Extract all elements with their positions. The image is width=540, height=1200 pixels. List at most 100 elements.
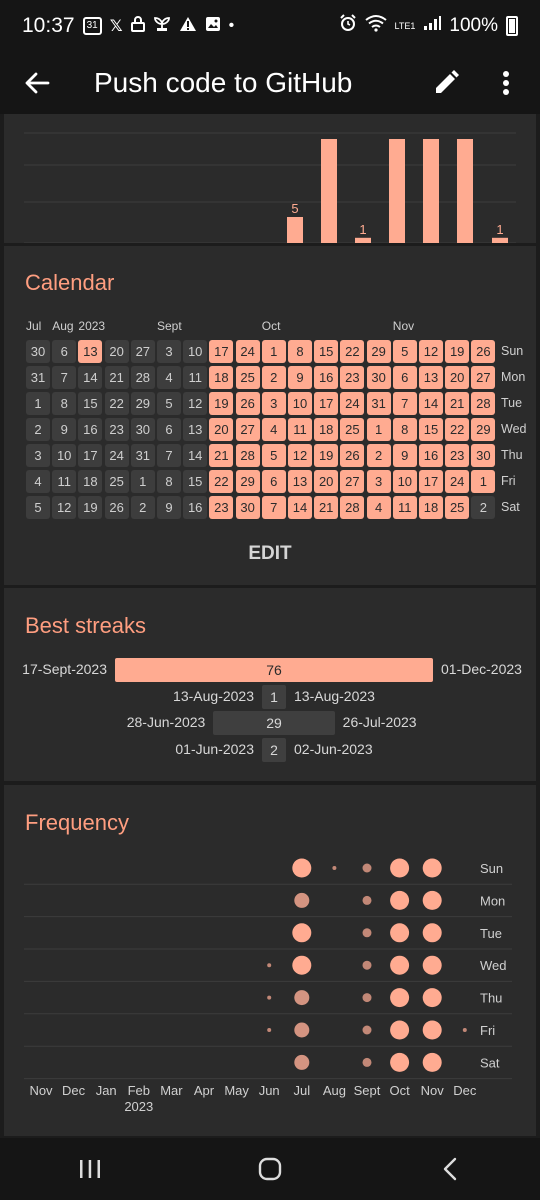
calendar-day-cell[interactable]: 7 [392,392,417,415]
calendar-day-cell[interactable]: 20 [209,418,234,441]
calendar-day-cell[interactable]: 17 [209,340,234,363]
calendar-day-cell[interactable]: 12 [52,496,77,519]
calendar-day-cell[interactable]: 6 [52,340,77,363]
calendar-day-cell[interactable]: 23 [209,496,234,519]
calendar-day-cell[interactable]: 22 [340,340,365,363]
calendar-day-cell[interactable]: 18 [78,470,103,493]
calendar-day-cell[interactable]: 31 [130,444,155,467]
calendar-day-cell[interactable]: 25 [445,496,470,519]
calendar-day-cell[interactable]: 16 [419,444,443,467]
calendar-day-cell[interactable]: 27 [471,366,496,389]
calendar-day-cell[interactable]: 2 [130,496,155,519]
calendar-day-cell[interactable]: 15 [78,392,103,415]
calendar-day-cell[interactable]: 2 [26,418,50,441]
calendar-day-cell[interactable]: 2 [261,366,286,389]
calendar-day-cell[interactable]: 3 [26,444,50,467]
home-button[interactable] [230,1144,310,1194]
calendar-day-cell[interactable]: 4 [366,496,391,519]
calendar-day-cell[interactable]: 10 [288,392,312,415]
calendar-day-cell[interactable]: 29 [235,470,260,493]
calendar-day-cell[interactable]: 24 [104,444,129,467]
calendar-day-cell[interactable]: 14 [288,496,312,519]
calendar-day-cell[interactable]: 17 [78,444,103,467]
calendar-day-cell[interactable]: 6 [261,470,286,493]
calendar-day-cell[interactable]: 6 [157,418,181,441]
calendar-day-cell[interactable]: 17 [314,392,339,415]
calendar-day-cell[interactable]: 1 [261,340,286,363]
calendar-day-cell[interactable]: 21 [209,444,234,467]
calendar-day-cell[interactable]: 5 [261,444,286,467]
calendar-day-cell[interactable]: 8 [288,340,312,363]
calendar-day-cell[interactable]: 28 [235,444,260,467]
calendar-day-cell[interactable]: 23 [445,444,470,467]
calendar-day-cell[interactable]: 6 [392,366,417,389]
calendar-day-cell[interactable]: 23 [104,418,129,441]
calendar-day-cell[interactable]: 7 [52,366,77,389]
calendar-day-cell[interactable]: 27 [130,340,155,363]
calendar-day-cell[interactable]: 9 [52,418,77,441]
calendar-day-cell[interactable]: 14 [78,366,103,389]
calendar-day-cell[interactable]: 17 [419,470,443,493]
calendar-day-cell[interactable]: 14 [419,392,443,415]
calendar-day-cell[interactable]: 1 [26,392,50,415]
calendar-day-cell[interactable]: 15 [314,340,339,363]
calendar-day-cell[interactable]: 19 [314,444,339,467]
calendar-day-cell[interactable]: 15 [419,418,443,441]
calendar-day-cell[interactable]: 14 [183,444,208,467]
calendar-day-cell[interactable]: 25 [340,418,365,441]
calendar-day-cell[interactable]: 5 [26,496,50,519]
calendar-day-cell[interactable]: 19 [445,340,470,363]
calendar-day-cell[interactable]: 26 [235,392,260,415]
calendar-day-cell[interactable]: 8 [157,470,181,493]
calendar-day-cell[interactable]: 28 [130,366,155,389]
calendar-day-cell[interactable]: 4 [261,418,286,441]
calendar-day-cell[interactable]: 9 [392,444,417,467]
calendar-day-cell[interactable]: 30 [130,418,155,441]
calendar-day-cell[interactable]: 30 [26,340,50,363]
calendar-day-cell[interactable]: 9 [157,496,181,519]
calendar-day-cell[interactable]: 3 [261,392,286,415]
calendar-day-cell[interactable]: 12 [419,340,443,363]
calendar-day-cell[interactable]: 26 [104,496,129,519]
calendar-day-cell[interactable]: 11 [183,366,208,389]
calendar-day-cell[interactable]: 8 [392,418,417,441]
calendar-day-cell[interactable]: 22 [209,470,234,493]
calendar-day-cell[interactable]: 4 [26,470,50,493]
calendar-day-cell[interactable]: 10 [392,470,417,493]
calendar-day-cell[interactable]: 11 [288,418,312,441]
calendar-day-cell[interactable]: 7 [261,496,286,519]
calendar-day-cell[interactable]: 30 [235,496,260,519]
calendar-day-cell[interactable]: 5 [392,340,417,363]
calendar-day-cell[interactable]: 13 [78,340,103,363]
calendar-day-cell[interactable]: 13 [183,418,208,441]
calendar-day-cell[interactable]: 2 [366,444,391,467]
calendar-day-cell[interactable]: 4 [157,366,181,389]
calendar-day-cell[interactable]: 21 [445,392,470,415]
calendar-day-cell[interactable]: 12 [183,392,208,415]
calendar-day-cell[interactable]: 7 [157,444,181,467]
calendar-day-cell[interactable]: 2 [471,496,496,519]
calendar-day-cell[interactable]: 10 [183,340,208,363]
calendar-day-cell[interactable]: 24 [445,470,470,493]
calendar-day-cell[interactable]: 1 [366,418,391,441]
calendar-day-cell[interactable]: 23 [340,366,365,389]
back-button[interactable] [0,52,74,114]
edit-habit-button[interactable] [416,52,476,114]
calendar-day-cell[interactable]: 19 [78,496,103,519]
calendar-day-cell[interactable]: 21 [104,366,129,389]
calendar-day-cell[interactable]: 25 [235,366,260,389]
calendar-day-cell[interactable]: 21 [314,496,339,519]
calendar-day-cell[interactable]: 16 [183,496,208,519]
calendar-day-cell[interactable]: 16 [78,418,103,441]
calendar-day-cell[interactable]: 31 [366,392,391,415]
calendar-day-cell[interactable]: 26 [471,340,496,363]
calendar-day-cell[interactable]: 20 [445,366,470,389]
calendar-day-cell[interactable]: 26 [340,444,365,467]
calendar-day-cell[interactable]: 3 [157,340,181,363]
calendar-day-cell[interactable]: 22 [445,418,470,441]
calendar-day-cell[interactable]: 18 [314,418,339,441]
recent-apps-button[interactable] [50,1144,130,1194]
scroll-content[interactable]: 5Jun2023Jul1AugSepOctNov1Dec Calendar Ju… [0,114,540,1138]
calendar-day-cell[interactable]: 22 [104,392,129,415]
calendar-day-cell[interactable]: 13 [419,366,443,389]
